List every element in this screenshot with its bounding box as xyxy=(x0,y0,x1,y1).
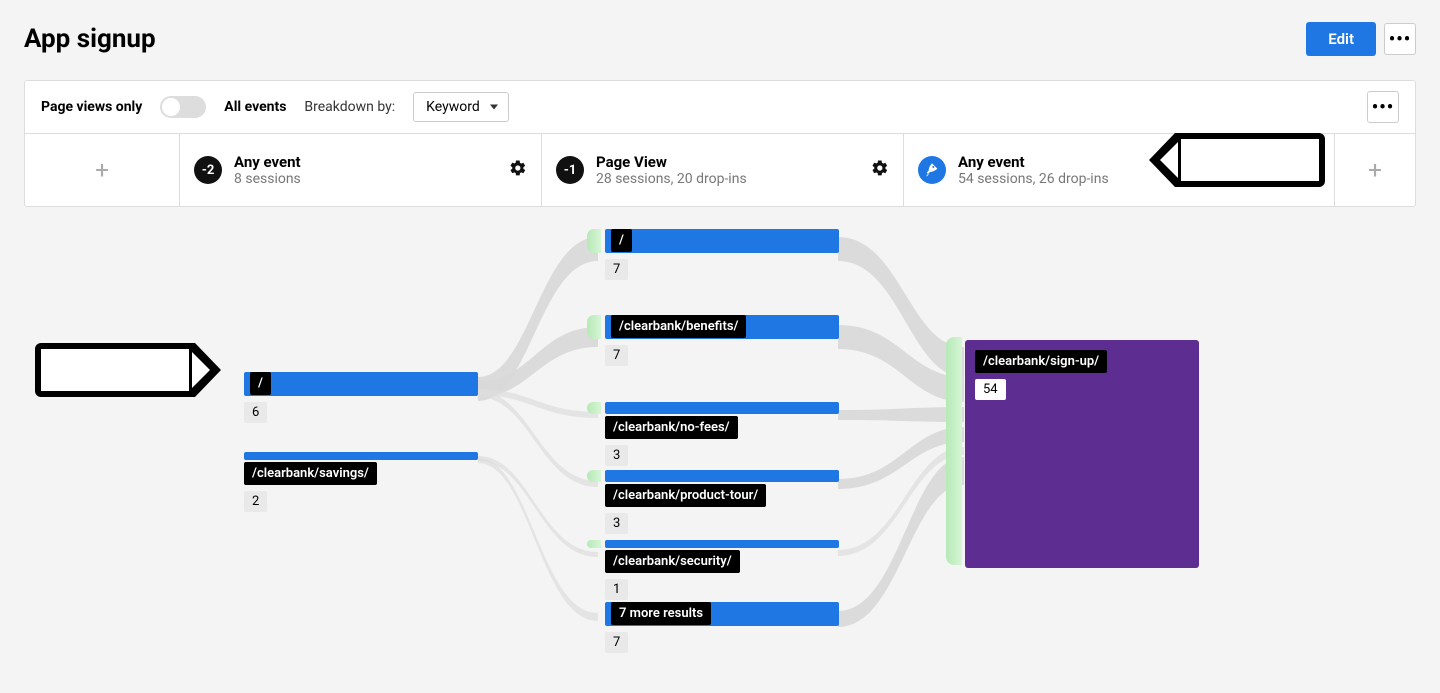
node-count: 3 xyxy=(605,445,628,466)
node-count: 2 xyxy=(244,491,267,512)
node-count: 6 xyxy=(244,402,267,423)
node-count: 54 xyxy=(975,379,1006,400)
node-label: / xyxy=(250,372,271,395)
all-events-label: All events xyxy=(224,99,286,115)
edit-button[interactable]: Edit xyxy=(1306,22,1376,56)
flow-node[interactable]: /clearbank/benefits/ 7 xyxy=(605,315,839,366)
node-count: 3 xyxy=(605,513,628,534)
breakdown-by-label: Breakdown by: xyxy=(304,99,395,115)
header-more-button[interactable]: ••• xyxy=(1384,23,1416,55)
node-count: 7 xyxy=(605,345,628,366)
flow-node[interactable]: /clearbank/security/ 1 xyxy=(605,540,839,600)
header-actions: Edit ••• xyxy=(1306,22,1416,56)
flow-node-more[interactable]: 7 more results 7 xyxy=(605,602,839,653)
step-subtitle: 54 sessions, 26 drop-ins xyxy=(958,171,1109,187)
flow-node[interactable]: / 6 xyxy=(244,372,478,423)
page-views-only-label: Page views only xyxy=(41,99,142,115)
flow-destination-node[interactable]: /clearbank/sign-up/ 54 xyxy=(965,340,1199,568)
rocket-icon xyxy=(918,156,946,184)
node-label: /clearbank/savings/ xyxy=(244,462,377,485)
flow-node[interactable]: /clearbank/savings/ 2 xyxy=(244,452,478,512)
node-label: /clearbank/sign-up/ xyxy=(975,350,1107,373)
node-count: 7 xyxy=(605,259,628,280)
gear-icon[interactable] xyxy=(871,159,889,181)
step-text: Any event 54 sessions, 26 drop-ins xyxy=(958,153,1109,187)
node-label: / xyxy=(611,229,632,252)
node-label: /clearbank/security/ xyxy=(605,550,740,573)
step-text: Any event 8 sessions xyxy=(234,153,301,187)
breakdown-select[interactable]: Keyword xyxy=(413,92,509,122)
step-text: Page View 28 sessions, 20 drop-ins xyxy=(596,153,747,187)
flow-node[interactable]: /clearbank/product-tour/ 3 xyxy=(605,470,839,534)
drop-in-indicator xyxy=(587,402,601,414)
page-views-toggle[interactable] xyxy=(160,96,206,118)
node-label: /clearbank/no-fees/ xyxy=(605,416,738,439)
funnel-step-1[interactable]: -2 Any event 8 sessions xyxy=(180,134,542,206)
plus-icon: + xyxy=(95,156,109,184)
step-title: Any event xyxy=(958,153,1109,171)
toolbar-more-button[interactable]: ••• xyxy=(1367,91,1399,123)
flow-node[interactable]: /clearbank/no-fees/ 3 xyxy=(605,402,839,466)
node-label: /clearbank/product-tour/ xyxy=(605,484,766,507)
step-badge: -2 xyxy=(194,156,222,184)
page-title: App signup xyxy=(24,24,156,54)
node-count: 7 xyxy=(605,632,628,653)
drop-in-indicator xyxy=(587,229,601,253)
annotation-arrow-right xyxy=(1175,133,1325,187)
funnel-toolbar: Page views only All events Breakdown by:… xyxy=(25,81,1415,134)
step-badge: -1 xyxy=(556,156,584,184)
add-step-right-button[interactable]: + xyxy=(1335,134,1415,206)
flow-diagram: / 6 /clearbank/savings/ 2 / 7 /clearbank… xyxy=(0,207,1440,667)
step-title: Page View xyxy=(596,153,747,171)
node-label: 7 more results xyxy=(611,602,711,625)
page-header: App signup Edit ••• xyxy=(0,0,1440,56)
gear-icon[interactable] xyxy=(509,159,527,181)
step-subtitle: 28 sessions, 20 drop-ins xyxy=(596,171,747,187)
drop-in-indicator xyxy=(946,337,962,565)
breakdown-select-value: Keyword xyxy=(426,99,480,115)
drop-in-indicator xyxy=(587,315,601,339)
drop-in-indicator xyxy=(587,470,601,482)
add-step-left-button[interactable]: + xyxy=(25,134,180,206)
flow-node[interactable]: / 7 xyxy=(605,229,839,280)
plus-icon: + xyxy=(1368,156,1382,184)
step-subtitle: 8 sessions xyxy=(234,171,301,187)
funnel-step-2[interactable]: -1 Page View 28 sessions, 20 drop-ins xyxy=(542,134,904,206)
step-title: Any event xyxy=(234,153,301,171)
drop-in-indicator xyxy=(587,540,601,548)
node-label: /clearbank/benefits/ xyxy=(611,315,746,338)
node-count: 1 xyxy=(605,579,628,600)
